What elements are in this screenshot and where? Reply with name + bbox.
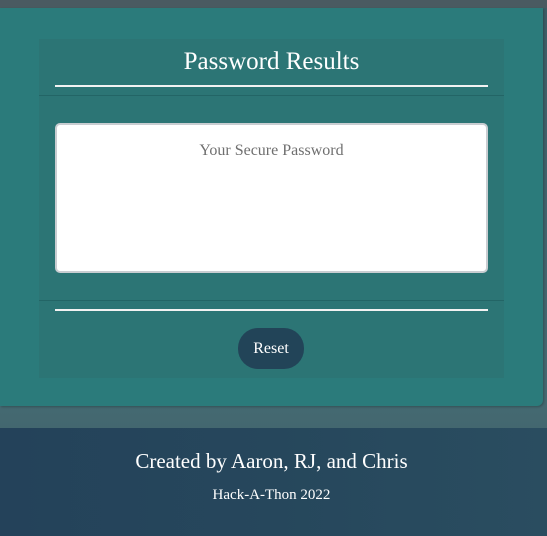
header-divider <box>55 85 488 87</box>
footer-event: Hack-A-Thon 2022 <box>212 487 331 503</box>
password-card: Password Results Your Secure Password Re… <box>0 8 543 406</box>
footer-divider <box>55 309 488 311</box>
page-title: Password Results <box>183 48 360 75</box>
top-background-strip <box>0 0 547 8</box>
password-card-body: Password Results Your Secure Password Re… <box>39 39 504 378</box>
footer-credit: Created by Aaron, RJ, and Chris <box>135 449 408 473</box>
password-output-textarea[interactable] <box>55 123 488 273</box>
reset-button[interactable]: Reset <box>238 328 304 369</box>
card-header: Password Results <box>39 39 504 96</box>
page-footer: Created by Aaron, RJ, and Chris Hack-A-T… <box>0 428 547 536</box>
card-footer: Reset <box>39 300 504 379</box>
